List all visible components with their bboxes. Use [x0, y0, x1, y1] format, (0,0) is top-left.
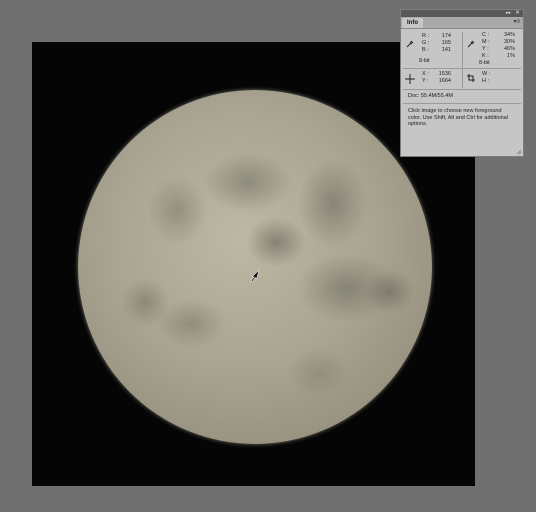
rgb-r-value: 174 [441, 33, 451, 39]
divider [462, 70, 463, 88]
rgb-g-label: G : [422, 40, 430, 46]
divider [403, 103, 521, 104]
tab-info[interactable]: Info [402, 18, 423, 28]
position-y-label: Y : [422, 78, 429, 84]
cmyk-k-value: 1% [507, 53, 515, 59]
close-icon[interactable]: ✕ [515, 10, 520, 17]
rgb-b-label: B : [422, 47, 429, 53]
resize-grip-icon[interactable] [516, 149, 522, 155]
crosshair-icon [405, 74, 415, 84]
arrow-cursor-icon [250, 268, 260, 282]
eyedropper-icon[interactable] [406, 40, 414, 48]
selection-size-icon [467, 74, 475, 82]
cmyk-y-value: 46% [503, 46, 515, 52]
divider [462, 32, 463, 72]
cmyk-bit-depth: 8-bit [479, 60, 490, 66]
info-panel: ▸▸ ✕ Info ▾≡ R : 174 G : 165 B : 141 8-b… [400, 9, 524, 157]
collapse-icon[interactable]: ▸▸ [506, 10, 511, 17]
rgb-bit-depth: 8-bit [419, 58, 430, 64]
rgb-r-label: R : [422, 33, 430, 39]
position-x-label: X : [422, 71, 429, 77]
cmyk-c-value: 34% [503, 32, 515, 38]
cmyk-y-label: Y : [482, 46, 489, 52]
position-y-value: 1664 [438, 78, 451, 84]
document-size: Doc: 55.4M/55.4M [408, 93, 453, 99]
cmyk-m-label: M : [482, 39, 490, 45]
cmyk-c-label: C : [482, 32, 490, 38]
cmyk-m-value: 30% [503, 39, 515, 45]
panel-title-bar[interactable]: ▸▸ ✕ [401, 10, 523, 17]
rgb-g-value: 165 [441, 40, 451, 46]
size-h-label: H : [482, 78, 490, 84]
divider [403, 89, 521, 90]
panel-tab-row: Info ▾≡ [401, 17, 523, 29]
panel-menu-icon[interactable]: ▾≡ [513, 18, 520, 27]
hint-text: Click image to choose new foreground col… [408, 108, 508, 128]
divider [403, 68, 521, 69]
cmyk-k-label: K : [482, 53, 489, 59]
eyedropper-icon[interactable] [467, 40, 475, 48]
moon-image[interactable] [78, 90, 432, 444]
size-w-label: W : [482, 71, 491, 77]
position-x-value: 1536 [438, 71, 451, 77]
rgb-b-value: 141 [441, 47, 451, 53]
